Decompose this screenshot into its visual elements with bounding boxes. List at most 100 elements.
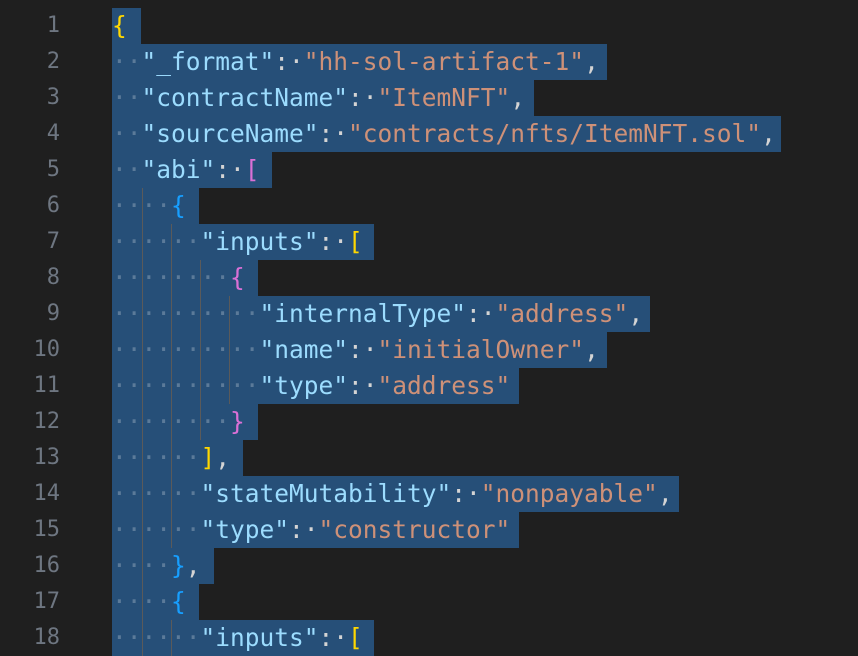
code-line[interactable]: 16 ····}, [0,548,858,584]
whitespace-dots: ·········· [112,371,260,400]
json-key: "contractName" [141,83,349,112]
code-line[interactable]: 5 ··"abi":·[ [0,152,858,188]
line-number: 8 [46,265,60,290]
json-string: "address" [495,299,629,328]
json-key: "type" [200,515,290,544]
code-line[interactable]: 17 ····{ [0,584,858,620]
line-number: 14 [33,481,61,506]
bracket: { [171,587,186,616]
line-number: 15 [33,517,61,542]
bracket: [ [348,623,363,652]
code-text: ······"inputs":·[ [112,224,363,260]
json-string: "hh-sol-artifact-1" [303,47,585,76]
code-text: { [112,8,127,44]
json-key: "_format" [141,47,275,76]
punctuation: :· [318,227,349,256]
code-text: ······"inputs":·[ [112,620,363,656]
code-text: ··········"internalType":·"address", [112,296,643,332]
bracket: [ [244,155,260,184]
indent-guide [200,260,201,440]
json-key: "abi" [141,155,216,184]
json-string: "address" [377,371,511,400]
code-text: ··"contractName":·"ItemNFT", [112,80,525,116]
punctuation: :· [289,515,319,544]
json-key: "name" [259,335,349,364]
bracket: { [112,11,127,40]
punctuation: , [761,119,776,148]
whitespace-dots: ······ [112,515,201,544]
line-number: 18 [33,625,61,650]
code-text: ······"stateMutability":·"nonpayable", [112,476,673,512]
code-text: ········{ [112,260,245,296]
code-text: ··"abi":·[ [112,152,260,188]
whitespace-dots: ·· [112,155,142,184]
code-text: ········} [112,404,245,440]
json-key: "stateMutability" [200,479,452,508]
code-editor[interactable]: 1{2 ··"_format":·"hh-sol-artifact-1", 3 ··"… [0,0,858,656]
bracket: { [171,191,186,220]
line-number: 12 [33,409,61,434]
punctuation: :· [348,371,378,400]
line-number: 13 [33,445,61,470]
code-text: ··"sourceName":·"contracts/nfts/ItemNFT.… [112,116,776,152]
bracket: ] [200,443,216,472]
bracket: [ [348,227,363,256]
bracket: } [171,551,186,580]
punctuation: :· [348,335,378,364]
punctuation: :· [451,479,481,508]
whitespace-dots: ·· [112,47,142,76]
json-string: "initialOwner" [377,335,585,364]
whitespace-dots: ······ [112,623,201,652]
code-line[interactable]: 14 ······"stateMutability":·"nonpayable", [0,476,858,512]
punctuation: , [628,299,644,328]
code-line[interactable]: 6 ····{ [0,188,858,224]
code-line[interactable]: 10 ··········"name":·"initialOwner", [0,332,858,368]
code-line[interactable]: 1{ [0,8,858,44]
indent-guide [171,224,172,548]
json-key: "type" [259,371,349,400]
code-line[interactable]: 7 ······"inputs":·[ [0,224,858,260]
punctuation: :· [318,623,349,652]
indent-guide [229,296,230,404]
code-line[interactable]: 11 ··········"type":·"address" [0,368,858,404]
json-string: "constructor" [318,515,511,544]
json-string: "contracts/nfts/ItemNFT.sol" [348,119,762,148]
json-string: "nonpayable" [480,479,658,508]
line-number: 11 [33,373,61,398]
punctuation: :· [215,155,245,184]
code-text: ··········"name":·"initialOwner", [112,332,599,368]
whitespace-dots: ······ [112,227,201,256]
code-line[interactable]: 3 ··"contractName":·"ItemNFT", [0,80,858,116]
punctuation: , [215,443,231,472]
punctuation: :· [274,47,304,76]
code-line[interactable]: 9 ··········"internalType":·"address", [0,296,858,332]
code-line[interactable]: 13 ······], [0,440,858,476]
whitespace-dots: ·· [112,119,142,148]
punctuation: , [584,47,599,76]
line-number: 5 [46,157,60,182]
whitespace-dots: ······ [112,443,201,472]
json-key: "inputs" [200,227,319,256]
line-number: 1 [46,13,60,38]
line-number: 4 [46,121,60,146]
whitespace-dots: ·········· [112,335,260,364]
json-key: "internalType" [259,299,467,328]
bracket: } [230,407,245,436]
code-line[interactable]: 8 ········{ [0,260,858,296]
code-text: ····{ [112,188,186,224]
code-line[interactable]: 2 ··"_format":·"hh-sol-artifact-1", [0,44,858,80]
code-line[interactable]: 4 ··"sourceName":·"contracts/nfts/ItemNFT… [0,116,858,152]
code-line[interactable]: 15 ······"type":·"constructor" [0,512,858,548]
punctuation: , [657,479,673,508]
code-line[interactable]: 18 ······"inputs":·[ [0,620,858,656]
code-text: ··"_format":·"hh-sol-artifact-1", [112,44,599,80]
code-text: ····}, [112,548,201,584]
line-number: 7 [46,229,60,254]
code-line[interactable]: 12 ········} [0,404,858,440]
line-number: 2 [46,49,60,74]
bracket: { [230,263,245,292]
json-key: "sourceName" [141,119,319,148]
line-number: 9 [46,301,60,326]
line-number: 10 [33,337,61,362]
line-number: 6 [46,193,60,218]
